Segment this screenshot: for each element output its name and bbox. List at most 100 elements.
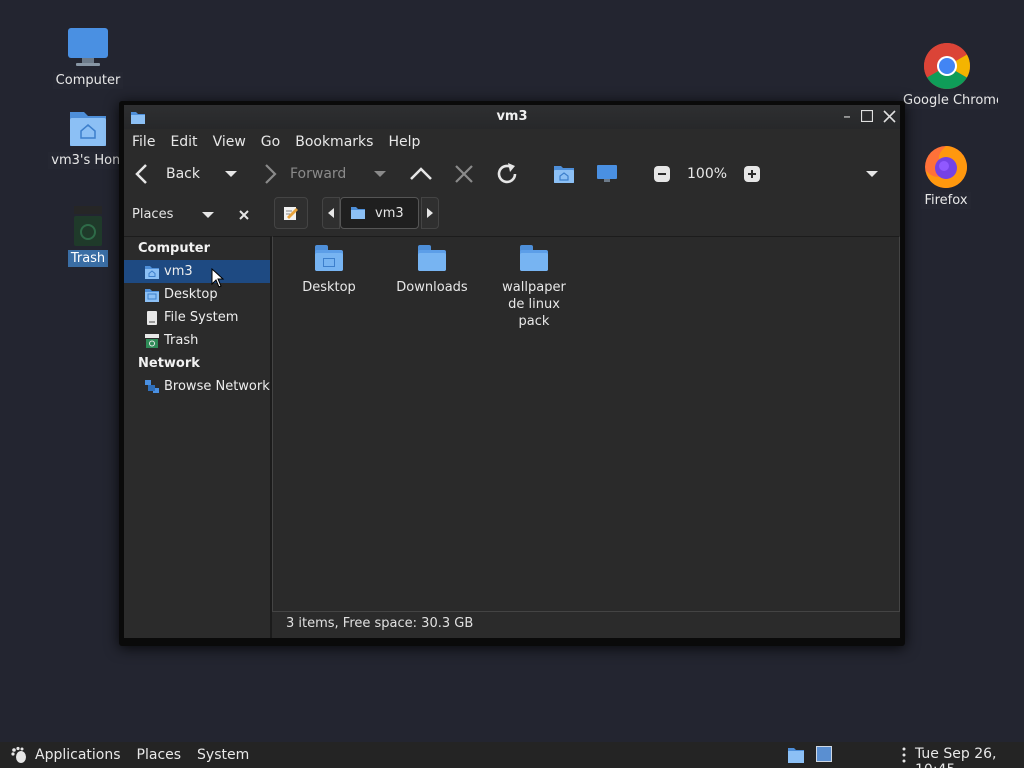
edit-location-button[interactable] — [274, 197, 308, 229]
sidebar-item-label: File System — [164, 310, 239, 325]
reload-button[interactable] — [494, 161, 520, 187]
desktop-icon-chrome[interactable]: Google Chrome — [900, 42, 998, 113]
desktop-icon-firefox[interactable]: Firefox — [904, 142, 988, 213]
menu-file[interactable]: File — [132, 134, 155, 150]
chevron-down-icon — [374, 171, 386, 177]
stop-icon — [455, 165, 473, 183]
drive-icon — [144, 310, 160, 326]
forward-button[interactable]: Forward — [262, 161, 346, 187]
forward-history-dropdown[interactable] — [373, 161, 387, 187]
sidebar-heading-network: Network — [138, 356, 200, 371]
menu-go[interactable]: Go — [261, 134, 280, 150]
arrow-right-icon — [265, 164, 277, 184]
triangle-right-icon — [427, 208, 433, 218]
folder-icon — [418, 245, 446, 271]
minimize-icon[interactable]: – — [838, 107, 856, 125]
file-item-desktop[interactable]: Desktop — [279, 245, 379, 296]
close-sidebar-icon[interactable] — [239, 210, 249, 220]
file-name: Desktop — [302, 280, 356, 295]
gnome-foot-icon[interactable] — [10, 746, 28, 764]
reload-icon — [497, 163, 517, 184]
sidebar-item-label: Browse Network — [164, 379, 270, 394]
file-manager-window: vm3 – File Edit View Go Bookmarks Help B… — [119, 101, 905, 646]
desktop-icon-label: Computer — [52, 72, 124, 89]
window-title: vm3 — [496, 109, 528, 124]
window-titlebar[interactable]: vm3 – — [124, 105, 900, 129]
menu-edit[interactable]: Edit — [170, 134, 197, 150]
computer-button[interactable] — [596, 161, 618, 187]
sidebar-mode-label[interactable]: Places — [132, 207, 173, 222]
back-label: Back — [166, 166, 200, 182]
sidebar-item-label: Trash — [164, 333, 199, 348]
zoom-in-button[interactable] — [744, 161, 760, 187]
up-button[interactable] — [409, 161, 433, 187]
desktop-icon-home[interactable]: vm3's Hom — [46, 106, 130, 173]
stop-button[interactable] — [454, 161, 474, 187]
status-bar: 3 items, Free space: 30.3 GB — [272, 612, 900, 638]
file-item-downloads[interactable]: Downloads — [382, 245, 482, 296]
close-icon[interactable] — [880, 107, 898, 125]
desktop-icon-trash[interactable]: Trash — [46, 204, 130, 271]
maximize-icon[interactable] — [858, 107, 876, 125]
desktop-icon-label: Google Chrome — [900, 92, 998, 109]
back-button[interactable]: Back — [134, 161, 200, 187]
file-item-wallpaper[interactable]: wallpaper de linux pack — [484, 245, 584, 330]
panel-separator-handle[interactable] — [902, 747, 906, 763]
home-button[interactable] — [553, 161, 575, 187]
firefox-icon — [922, 142, 970, 190]
trash-icon — [144, 333, 160, 349]
chevron-down-icon[interactable] — [201, 210, 215, 220]
path-forward-arrow[interactable] — [421, 197, 439, 229]
menu-bookmarks[interactable]: Bookmarks — [295, 134, 373, 150]
sidebar-item-vm3[interactable]: vm3 — [124, 260, 270, 283]
chrome-icon — [923, 42, 971, 90]
triangle-left-icon — [328, 208, 334, 218]
taskbar-window-button-vm3[interactable] — [787, 746, 805, 764]
sidebar-item-browse-network[interactable]: Browse Network — [124, 375, 270, 398]
panel-clock[interactable]: Tue Sep 26, 10:45 — [915, 746, 1024, 768]
toolbar: Back Forward 100% — [124, 155, 900, 195]
show-desktop-button[interactable] — [816, 746, 832, 762]
desktop-icon-computer[interactable]: Computer — [46, 26, 130, 93]
zoom-level[interactable]: 100% — [687, 161, 727, 187]
sidebar-item-desktop[interactable]: Desktop — [124, 283, 270, 306]
file-view[interactable]: Desktop Downloads wallpaper de linux pac… — [272, 236, 900, 612]
zoom-out-button[interactable] — [654, 161, 670, 187]
monitor-icon — [597, 165, 617, 182]
zoom-out-icon — [654, 166, 670, 182]
toolbar-overflow-dropdown[interactable] — [865, 161, 879, 187]
path-back-arrow[interactable] — [322, 197, 340, 229]
chevron-down-icon — [866, 171, 878, 177]
sidebar-item-label: vm3 — [164, 264, 193, 279]
edit-icon — [284, 207, 298, 220]
home-folder-icon — [144, 264, 160, 280]
monitor-icon — [66, 26, 110, 70]
sidebar-item-label: Desktop — [164, 287, 218, 302]
path-crumb-vm3[interactable]: vm3 — [340, 197, 419, 229]
folder-icon — [520, 245, 548, 271]
panel-system-menu[interactable]: System — [197, 747, 249, 763]
arrow-left-icon — [135, 164, 147, 184]
desktop-icon — [816, 746, 832, 762]
mouse-cursor-icon — [211, 268, 225, 288]
file-name: wallpaper de linux pack — [502, 280, 566, 329]
zoom-level-label: 100% — [687, 166, 728, 182]
panel-applications-menu[interactable]: Applications — [35, 747, 121, 763]
desktop-icon-label: Firefox — [921, 192, 971, 209]
panel-places-menu[interactable]: Places — [137, 747, 182, 763]
menu-view[interactable]: View — [213, 134, 246, 150]
location-bar: Places vm3 — [124, 195, 900, 235]
menu-help[interactable]: Help — [388, 134, 420, 150]
file-name: Downloads — [396, 280, 468, 295]
home-folder-icon — [554, 166, 574, 183]
trash-icon — [66, 204, 110, 248]
sidebar-heading-computer: Computer — [138, 241, 211, 256]
desktop-folder-icon — [315, 245, 343, 271]
back-history-dropdown[interactable] — [224, 161, 238, 187]
home-folder-icon — [788, 748, 804, 763]
sidebar-item-trash[interactable]: Trash — [124, 329, 270, 352]
places-sidebar: Computer vm3 Desktop File System Trash N… — [124, 236, 272, 638]
path-crumb-label: vm3 — [375, 205, 404, 221]
menu-bar: File Edit View Go Bookmarks Help — [124, 129, 900, 155]
sidebar-item-filesystem[interactable]: File System — [124, 306, 270, 329]
